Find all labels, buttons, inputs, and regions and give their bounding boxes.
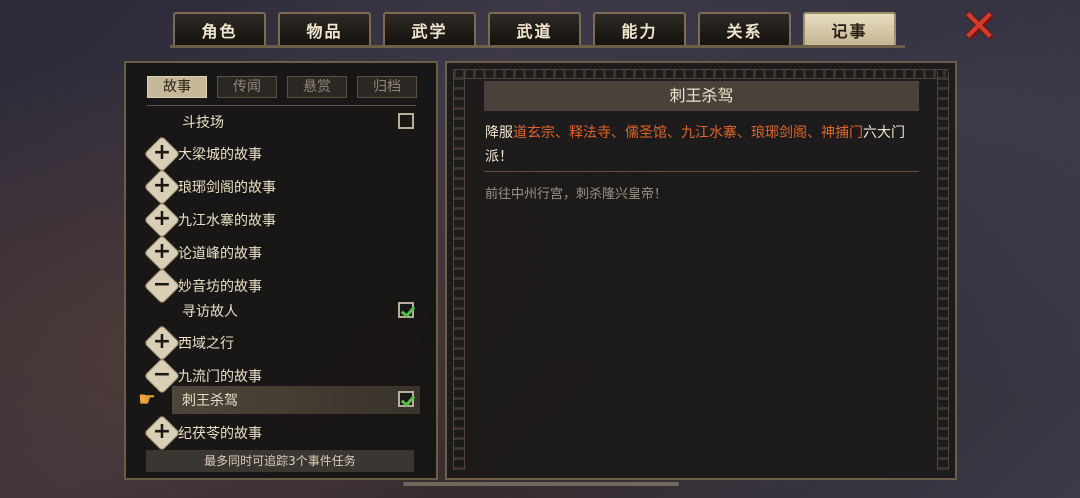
row-label: 九江水寨的故事: [178, 213, 276, 229]
row-label: 斗技场: [182, 115, 224, 131]
row-label: 纪茯苓的故事: [178, 426, 262, 442]
scroll-indicator[interactable]: [403, 482, 679, 486]
expand-icon[interactable]: +: [145, 203, 179, 237]
detail-divider: [484, 171, 919, 172]
fret-border-decoration: [937, 71, 949, 470]
row-label: 琅琊剑阁的故事: [178, 180, 276, 196]
story-group-row[interactable]: + 纪茯苓的故事: [126, 416, 436, 450]
subtab-0[interactable]: 故事: [147, 76, 207, 98]
tab-3[interactable]: 武道: [488, 12, 581, 46]
row-label: 刺王杀驾: [182, 393, 238, 409]
detail-description: 降服道玄宗、释法寺、儒圣馆、九江水寨、琅琊剑阁、神捕门六大门派！: [485, 125, 905, 165]
row-label: 寻访故人: [182, 304, 238, 320]
story-group-row[interactable]: + 九江水寨的故事: [126, 203, 436, 237]
row-label: 论道峰的故事: [178, 246, 262, 262]
journal-list-panel: 故事 传闻 悬赏 归档 斗技场 + 大梁城的故事 + 琅琊剑阁的故事 + 九江水寨的故事 + 论道峰的…: [124, 61, 438, 480]
tracking-limit-note: 最多同时可追踪3个事件任务: [146, 450, 414, 472]
expand-icon[interactable]: +: [145, 416, 179, 450]
row-label: 妙音坊的故事: [178, 279, 262, 295]
fret-border-decoration: [453, 69, 949, 79]
subtabs-divider: [146, 105, 416, 106]
row-label: 西域之行: [178, 336, 234, 352]
track-checkbox[interactable]: [398, 391, 414, 407]
tab-2[interactable]: 武学: [383, 12, 476, 46]
story-group-row[interactable]: − 妙音坊的故事: [126, 269, 436, 303]
expand-icon[interactable]: +: [145, 170, 179, 204]
expand-icon[interactable]: +: [145, 137, 179, 171]
journal-detail-panel: 刺王杀驾 降服道玄宗、释法寺、儒圣馆、九江水寨、琅琊剑阁、神捕门六大门派！ 前往…: [445, 61, 957, 480]
story-group-row[interactable]: + 大梁城的故事: [126, 137, 436, 171]
story-group-row[interactable]: + 西域之行: [126, 326, 436, 360]
faction-name: 儒圣馆: [625, 125, 667, 141]
story-group-row[interactable]: + 论道峰的故事: [126, 236, 436, 270]
tab-6[interactable]: 记事: [803, 12, 896, 46]
tab-5[interactable]: 关系: [698, 12, 791, 46]
detail-title: 刺王杀驾: [484, 81, 919, 111]
desc-prefix: 降服: [485, 125, 513, 141]
expand-icon[interactable]: +: [145, 236, 179, 270]
expand-icon[interactable]: +: [145, 326, 179, 360]
faction-name: 释法寺: [569, 125, 611, 141]
subtab-1[interactable]: 传闻: [217, 76, 277, 98]
faction-name: 道玄宗: [513, 125, 555, 141]
track-checkbox[interactable]: [398, 113, 414, 129]
detail-task-text: 前往中州行宫，刺杀隆兴皇帝！: [485, 187, 668, 202]
faction-name: 九江水寨: [681, 125, 737, 141]
row-label: 大梁城的故事: [178, 147, 262, 163]
faction-name: 琅琊剑阁: [751, 125, 807, 141]
quest-row[interactable]: 寻访故人: [126, 297, 436, 325]
tab-4[interactable]: 能力: [593, 12, 686, 46]
fret-border-decoration: [453, 71, 465, 470]
faction-name: 神捕门: [821, 125, 863, 141]
close-icon[interactable]: ✕: [958, 5, 1000, 49]
quest-row[interactable]: 刺王杀驾: [172, 386, 420, 414]
subtab-2[interactable]: 悬赏: [287, 76, 347, 98]
pointing-hand-icon: ☛: [138, 387, 156, 411]
row-label: 九流门的故事: [178, 369, 262, 385]
track-checkbox[interactable]: [398, 302, 414, 318]
tab-bar-divider: [170, 45, 905, 48]
story-group-row[interactable]: + 琅琊剑阁的故事: [126, 170, 436, 204]
tab-1[interactable]: 物品: [278, 12, 371, 46]
tab-0[interactable]: 角色: [173, 12, 266, 46]
quest-row[interactable]: 斗技场: [126, 108, 436, 136]
subtab-3[interactable]: 归档: [357, 76, 417, 98]
